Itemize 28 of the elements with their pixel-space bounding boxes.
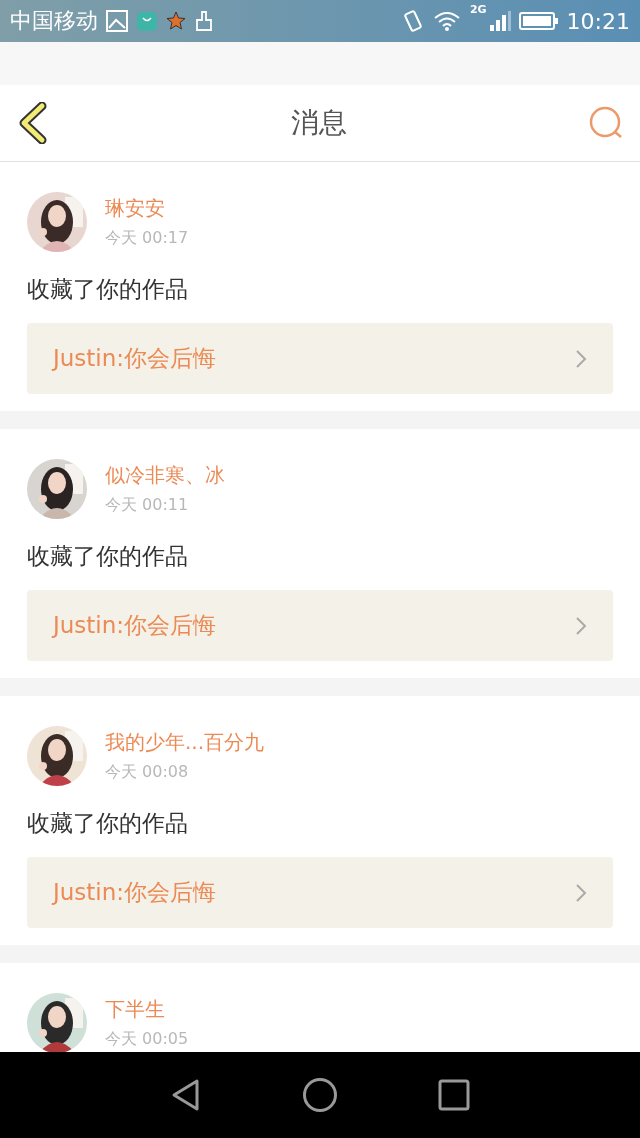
chevron-icon (575, 615, 587, 636)
user-name[interactable]: 琳安安 (105, 195, 189, 222)
star-icon (166, 11, 186, 31)
message-time: 今天 00:08 (105, 762, 190, 783)
home-icon[interactable] (302, 1077, 338, 1113)
message-text: 收藏了你的作品 (27, 275, 189, 304)
chevron-icon (575, 348, 587, 369)
user-name[interactable]: 我的少年...百分九 (105, 729, 265, 756)
user-name[interactable]: 似冷非寒、冰 (105, 462, 225, 489)
work-link[interactable]: Justin:你会后悔 (27, 323, 613, 394)
battery-icon (518, 11, 559, 31)
image-icon (106, 10, 128, 32)
clock-time: 10:21 (566, 8, 630, 34)
user-name[interactable]: 下半生 (105, 996, 189, 1023)
work-link[interactable]: Justin:你会后悔 (27, 857, 613, 928)
back-icon[interactable] (170, 1078, 202, 1112)
page-title: 消息 (291, 105, 347, 141)
signal-icon (488, 10, 511, 32)
message-text: 收藏了你的作品 (27, 809, 189, 838)
message-time: 今天 00:17 (105, 228, 189, 249)
work-link[interactable]: Justin:你会后悔 (27, 590, 613, 661)
recents-icon[interactable] (438, 1079, 470, 1111)
message-time: 今天 00:05 (105, 1029, 189, 1050)
chevron-icon (575, 882, 587, 903)
carrier-name: 中国移动 (10, 7, 98, 35)
message-time: 今天 00:11 (105, 495, 190, 516)
network-type: 2G (469, 3, 487, 16)
message-text: 收藏了你的作品 (27, 542, 189, 571)
